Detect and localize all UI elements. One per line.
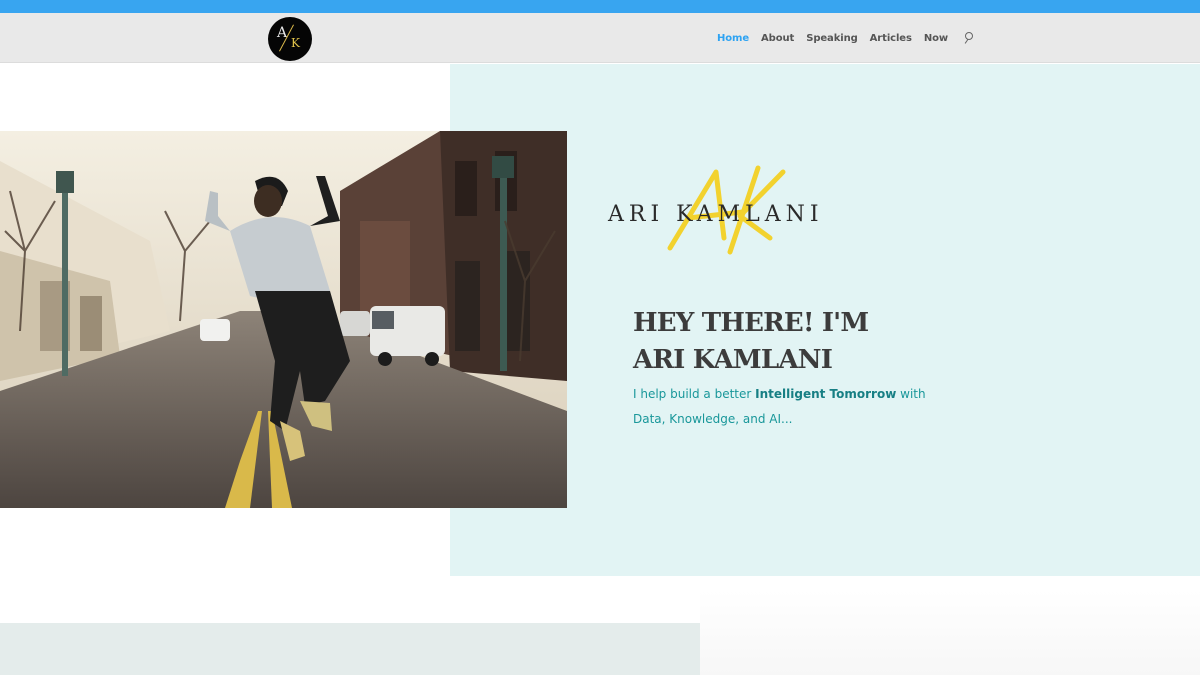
nav-item-home[interactable]: Home bbox=[717, 33, 749, 44]
nav-item-about[interactable]: About bbox=[761, 33, 794, 44]
signature-name: ARI KAMLANI bbox=[608, 202, 824, 227]
signature-logo: ARI KAMLANI bbox=[608, 160, 848, 260]
search-icon[interactable] bbox=[964, 32, 976, 44]
logo-initial-k: K bbox=[291, 36, 300, 50]
hero-heading-line2: ARI KAMLANI bbox=[633, 345, 833, 375]
hero-photo bbox=[0, 131, 567, 508]
hero-subtitle: I help build a better Intelligent Tomorr… bbox=[633, 382, 933, 432]
section-shadow bbox=[700, 590, 1200, 675]
nav-item-articles[interactable]: Articles bbox=[870, 33, 912, 44]
hero-subtitle-highlight: Intelligent Tomorrow bbox=[755, 387, 897, 401]
hero-subtitle-start: I help build a better bbox=[633, 387, 756, 401]
hero-heading-line1: HEY THERE! I'M bbox=[633, 308, 869, 338]
main-nav: Home About Speaking Articles Now bbox=[717, 32, 976, 44]
nav-item-speaking[interactable]: Speaking bbox=[806, 33, 858, 44]
lower-section-panel bbox=[0, 623, 700, 675]
hero-heading: HEY THERE! I'M ARI KAMLANI bbox=[633, 305, 963, 379]
nav-item-now[interactable]: Now bbox=[924, 33, 948, 44]
site-header: A K Home About Speaking Articles Now bbox=[0, 13, 1200, 63]
site-logo[interactable]: A K bbox=[268, 17, 312, 61]
top-accent-bar bbox=[0, 0, 1200, 13]
